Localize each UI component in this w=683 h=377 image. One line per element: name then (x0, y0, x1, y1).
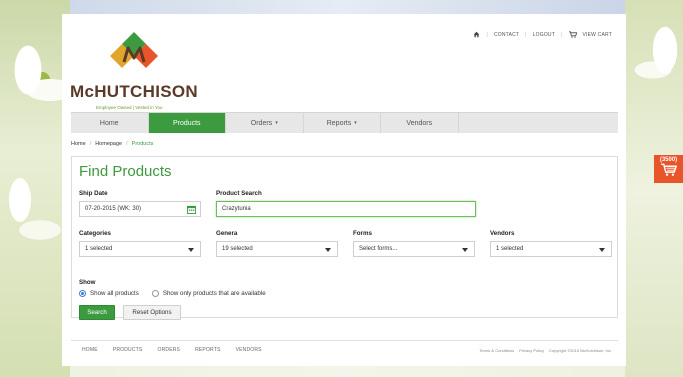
footer-link-reports[interactable]: REPORTS (195, 347, 220, 353)
footer-link-orders[interactable]: ORDERS (157, 347, 180, 353)
util-separator: | (561, 31, 563, 38)
vendors-value: 1 selected (496, 246, 524, 252)
brand-logo[interactable]: McHUTCHISON Employee Owned | Vested in Y… (70, 30, 210, 110)
main-nav: Home Products Orders ▾ Reports ▾ Vendors (71, 112, 618, 133)
utility-nav: | CONTACT | LOGOUT | VIEW CART (473, 31, 612, 38)
product-search-value: Crazytunia (222, 206, 251, 212)
forms-select[interactable]: Select forms... (353, 241, 475, 257)
genera-select[interactable]: 19 selected (216, 241, 338, 257)
ship-date-value: 07-20-2015 (WK: 30) (85, 206, 142, 212)
util-separator: | (486, 31, 488, 38)
nav-tab-vendors[interactable]: Vendors (381, 113, 459, 133)
vendors-label: Vendors (490, 230, 515, 237)
footer-nav: HOME PRODUCTS ORDERS REPORTS VENDORS (82, 347, 262, 353)
chevron-down-icon (462, 248, 468, 252)
radio-show-all[interactable] (79, 290, 86, 297)
ship-date-label: Ship Date (79, 190, 108, 197)
home-icon[interactable] (473, 31, 480, 38)
logout-link[interactable]: LOGOUT (533, 32, 555, 38)
breadcrumb-separator: / (89, 141, 92, 147)
chevron-down-icon (325, 248, 331, 252)
brand-tagline: Employee Owned | Vested in You (96, 105, 163, 110)
breadcrumb-home[interactable]: Home (71, 141, 86, 147)
radio-show-all-label[interactable]: Show all products (90, 290, 139, 297)
vendors-select[interactable]: 1 selected (490, 241, 612, 257)
find-products-panel: Find Products Ship Date 07-20-2015 (WK: … (71, 156, 618, 320)
forms-label: Forms (353, 230, 372, 237)
brand-name: McHUTCHISON (70, 82, 198, 101)
categories-label: Categories (79, 230, 111, 237)
breadcrumb-separator: / (126, 141, 128, 147)
footer-link-vendors[interactable]: VENDORS (236, 347, 262, 353)
categories-value: 1 selected (85, 246, 113, 252)
footer-divider (71, 340, 618, 341)
nav-tab-reports[interactable]: Reports ▾ (304, 113, 381, 133)
nav-tab-label: Orders (250, 119, 273, 127)
chevron-down-icon: ▾ (275, 120, 278, 126)
logo-mark-icon (110, 32, 158, 68)
util-separator: | (525, 31, 527, 38)
background-flowers-left (0, 0, 70, 377)
chevron-down-icon (188, 248, 194, 252)
contact-link[interactable]: CONTACT (494, 32, 519, 38)
background-flowers-right (625, 0, 683, 377)
footer-link-products[interactable]: PRODUCTS (113, 347, 143, 353)
view-cart-link[interactable]: VIEW CART (583, 32, 613, 38)
show-label: Show (79, 279, 96, 286)
cart-icon (660, 163, 677, 178)
genera-label: Genera (216, 230, 238, 237)
terms-link[interactable]: Terms & Conditions (479, 348, 514, 353)
forms-value: Select forms... (359, 246, 398, 252)
ship-date-input[interactable]: 07-20-2015 (WK: 30) (79, 201, 201, 217)
genera-value: 19 selected (222, 246, 253, 252)
nav-tab-home[interactable]: Home (71, 113, 149, 133)
page-container: | CONTACT | LOGOUT | VIEW CART McHUTCHIS… (62, 14, 626, 366)
search-button[interactable]: Search (79, 305, 115, 320)
product-search-input[interactable]: Crazytunia (216, 201, 476, 217)
page-title: Find Products (79, 163, 172, 180)
nav-tab-label: Vendors (406, 119, 433, 127)
copyright-text: Copyright ©2015 McHutchison, Inc. (549, 348, 612, 353)
radio-show-available[interactable] (151, 290, 159, 297)
calendar-icon[interactable] (187, 205, 196, 216)
product-search-label: Product Search (216, 190, 262, 197)
top-decorative-strip (0, 0, 683, 14)
reset-options-button[interactable]: Reset Options (123, 305, 181, 320)
show-options: Show all products Show only products tha… (79, 290, 266, 297)
footer-meta: Terms & Conditions Privacy Policy Copyri… (479, 348, 612, 353)
chevron-down-icon (599, 248, 605, 252)
breadcrumb-current: Products (131, 141, 154, 147)
footer-link-home[interactable]: HOME (82, 347, 98, 353)
privacy-link[interactable]: Privacy Policy (519, 348, 544, 353)
nav-tab-label: Products (172, 119, 201, 127)
nav-tab-orders[interactable]: Orders ▾ (226, 113, 304, 133)
breadcrumb: Home / Homepage / Products (71, 141, 153, 147)
nav-tab-label: Reports (326, 119, 352, 127)
radio-show-available-label[interactable]: Show only products that are available (163, 290, 266, 297)
floating-cart-badge[interactable]: (3500) (654, 155, 683, 183)
cart-icon[interactable] (568, 31, 577, 38)
categories-select[interactable]: 1 selected (79, 241, 201, 257)
nav-tab-label: Home (99, 119, 119, 127)
chevron-down-icon: ▾ (354, 120, 357, 126)
breadcrumb-homepage[interactable]: Homepage (95, 141, 122, 147)
nav-tab-products[interactable]: Products (148, 113, 226, 133)
